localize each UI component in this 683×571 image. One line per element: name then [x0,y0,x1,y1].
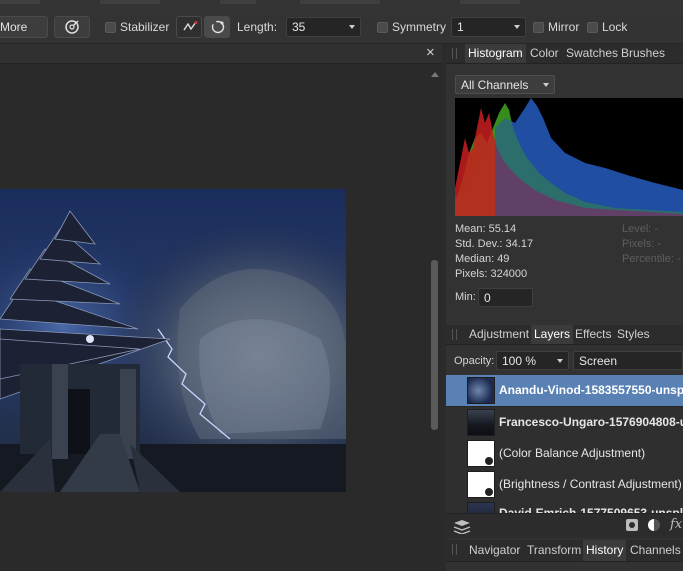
symmetry-value: 1 [457,20,464,34]
symmetry-checkbox[interactable] [377,22,388,33]
tab-channels[interactable]: Channels [627,540,683,561]
layer-thumbnail [467,377,495,404]
more-label: More [0,20,28,34]
tab-transform[interactable]: Transform [524,540,584,561]
window-mode-button[interactable] [204,16,230,38]
min-input[interactable]: 0 [478,288,533,307]
chevron-down-icon [514,25,520,29]
stat-median: Median: 49 [455,253,510,265]
length-label: Length: [237,20,278,34]
layers-tab-row: Adjustment Layers Effects Styles [446,325,683,345]
layer-thumbnail [467,440,495,467]
panel-grip-icon[interactable] [452,329,457,340]
top-menu-strip [0,0,683,11]
tab-navigator[interactable]: Navigator [466,540,523,561]
lock-label: Lock [602,20,628,34]
window-circle-icon [211,20,225,34]
mirror-label: Mirror [548,20,580,34]
scroll-up-arrow-icon[interactable] [431,72,439,77]
document-tab-bar: × [0,44,442,64]
document-image[interactable] [0,189,346,492]
layer-name: (Brightness / Contrast Adjustment) [499,477,682,491]
length-value: 35 [292,20,306,34]
adjustment-icon [485,488,493,496]
channel-dropdown[interactable]: All Channels [455,75,555,94]
context-toolbar: More Stabilizer Length: 35 Symmetry 1 Mi… [0,11,683,44]
stat-pixels: Pixels: 324000 [455,268,528,280]
stat-mean: Mean: 55.14 [455,223,517,235]
length-dropdown[interactable]: 35 [286,17,361,37]
more-button[interactable]: More [0,16,48,38]
histogram-chart [455,98,683,216]
layer-thumbnail [467,471,495,498]
layers-footer: fx [446,513,683,538]
chevron-down-icon [543,83,549,87]
fx-icon[interactable]: fx [670,517,682,532]
stat-level: Level: - [622,223,659,235]
scrollbar-thumb[interactable] [431,260,438,430]
blend-mode-dropdown[interactable]: Screen [573,351,683,370]
layer-thumbnail [467,409,495,436]
layer-row[interactable]: David-Emrich-1577509653-unspl [446,500,683,514]
mirror-checkbox[interactable] [533,22,544,33]
layer-row[interactable]: Anandu-Vinod-1583557550-unsp [446,375,683,407]
navigator-tab-row: Navigator Transform History Channels [446,540,683,562]
opacity-label: Opacity: [454,355,495,367]
chevron-down-icon [557,359,563,363]
stat-percentile: Percentile: - [622,253,681,265]
adjustment-icon [485,457,493,465]
tab-layers[interactable]: Layers [531,325,574,344]
channel-value: All Channels [461,78,529,92]
tab-swatches[interactable]: Swatches [563,44,621,63]
tab-effects[interactable]: Effects [572,325,614,344]
target-icon [65,20,79,34]
symmetry-dropdown[interactable]: 1 [451,17,526,37]
tab-adjustment[interactable]: Adjustment [466,325,532,344]
layer-name: Francesco-Ungaro-1576904808-u [499,415,683,429]
layer-row[interactable]: (Brightness / Contrast Adjustment) [446,469,683,501]
chevron-down-icon [349,25,355,29]
stabilizer-label: Stabilizer [120,20,170,34]
panel-grip-icon[interactable] [452,544,457,555]
layer-row[interactable]: Francesco-Ungaro-1576904808-u [446,407,683,439]
stabilizer-checkbox[interactable] [105,22,116,33]
panel-grip-icon[interactable] [452,48,457,59]
mask-circle [629,522,635,528]
symmetry-label: Symmetry [392,20,446,34]
close-icon[interactable]: × [426,44,435,61]
tab-history[interactable]: History [583,540,627,561]
rope-mode-button[interactable] [176,16,202,38]
min-value: 0 [484,291,491,305]
brush-options-button[interactable] [54,16,90,38]
mask-icon[interactable] [626,519,638,531]
tab-histogram[interactable]: Histogram [465,44,526,63]
min-label: Min: [455,291,476,303]
layer-name: Anandu-Vinod-1583557550-unsp [499,383,683,397]
lock-checkbox[interactable] [587,22,598,33]
opacity-dropdown[interactable]: 100 % [496,351,569,370]
adjustment-layer-icon[interactable] [648,519,660,531]
layer-name: (Color Balance Adjustment) [499,446,646,460]
rope-icon [183,21,198,31]
tab-styles[interactable]: Styles [614,325,653,344]
histogram-tab-row: Histogram Color Swatches Brushes [446,44,683,64]
blend-mode-value: Screen [579,354,618,368]
stat-pixels-selected: Pixels: - [622,238,662,250]
layer-row[interactable]: (Color Balance Adjustment) [446,438,683,470]
layers-stack-icon[interactable] [452,518,472,534]
stat-std-dev: Std. Dev.: 34.17 [455,238,534,250]
tab-brushes[interactable]: Brushes [618,44,668,63]
opacity-value: 100 % [502,354,537,368]
navigator-panel-body [446,562,683,571]
tab-color[interactable]: Color [527,44,562,63]
